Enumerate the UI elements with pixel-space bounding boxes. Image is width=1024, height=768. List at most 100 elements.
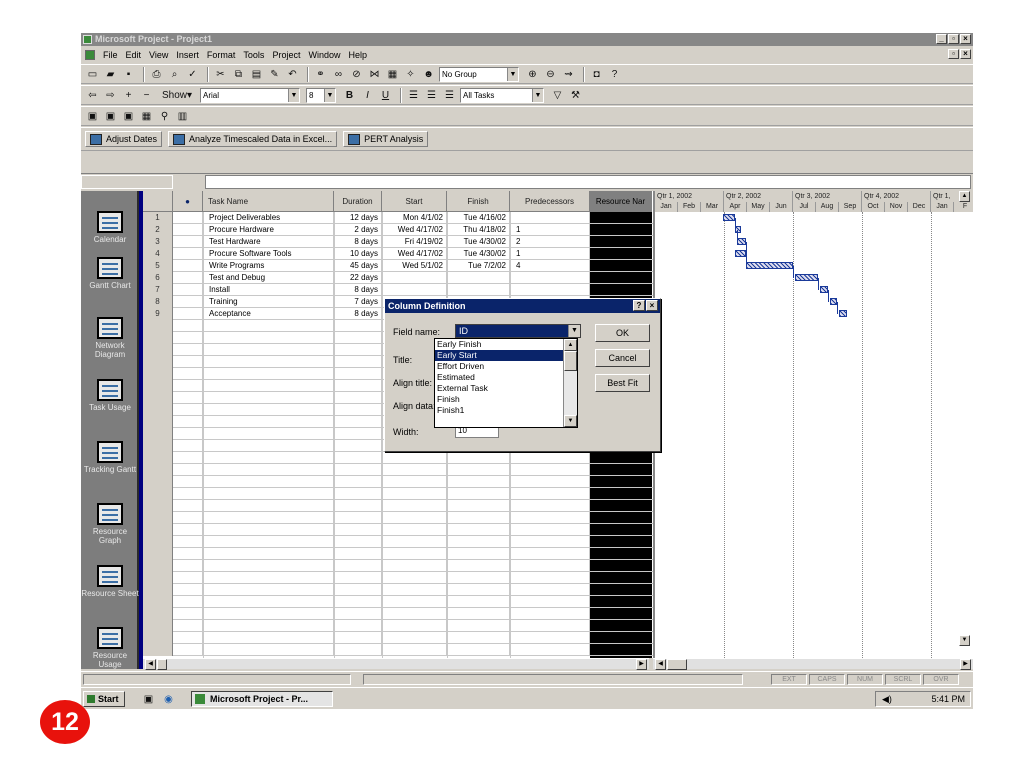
row-number[interactable] bbox=[143, 644, 173, 656]
cell-pred[interactable] bbox=[510, 284, 590, 296]
cell-start[interactable] bbox=[382, 632, 447, 644]
table-row[interactable]: 6 Test and Debug 22 days bbox=[143, 272, 729, 284]
view-network-diagram[interactable]: Network Diagram bbox=[81, 317, 139, 359]
view-resource-graph[interactable]: Resource Graph bbox=[81, 503, 139, 545]
view-gantt-chart[interactable]: Gantt Chart bbox=[81, 257, 139, 290]
cell-start[interactable]: Wed 4/17/02 bbox=[382, 248, 447, 260]
list-scrollbar[interactable]: ▲ ▼ bbox=[563, 339, 577, 427]
pert-analysis-button[interactable]: PERT Analysis bbox=[343, 131, 429, 147]
cell-name[interactable]: Training bbox=[203, 296, 334, 308]
font-combo[interactable]: Arial ▼ bbox=[200, 87, 300, 103]
taskbar-item-project[interactable]: Microsoft Project - Pr... bbox=[191, 691, 333, 707]
row-number[interactable] bbox=[143, 548, 173, 560]
indicator-cell[interactable] bbox=[173, 428, 203, 440]
gantt-bar[interactable] bbox=[819, 286, 829, 293]
help-icon[interactable]: ? bbox=[607, 67, 622, 82]
copy-icon[interactable]: ⧉ bbox=[231, 67, 246, 82]
row-number[interactable] bbox=[143, 380, 173, 392]
indicator-cell[interactable] bbox=[173, 296, 203, 308]
row-number[interactable]: 9 bbox=[143, 308, 173, 320]
indicator-cell[interactable] bbox=[173, 632, 203, 644]
cell-duration[interactable] bbox=[334, 644, 382, 656]
indicator-cell[interactable] bbox=[173, 644, 203, 656]
cell-name[interactable] bbox=[203, 476, 334, 488]
cell-finish[interactable] bbox=[447, 452, 510, 464]
chevron-down-icon[interactable]: ▼ bbox=[532, 88, 543, 102]
cell-finish[interactable] bbox=[447, 572, 510, 584]
menu-edit[interactable]: Edit bbox=[122, 50, 146, 60]
cell-duration[interactable] bbox=[334, 380, 382, 392]
column-header-duration[interactable]: Duration bbox=[334, 191, 382, 212]
select-all-corner[interactable] bbox=[143, 191, 173, 212]
table-row[interactable] bbox=[143, 548, 729, 560]
cell-duration[interactable] bbox=[334, 560, 382, 572]
cell-name[interactable] bbox=[203, 560, 334, 572]
gantt-bar[interactable] bbox=[723, 214, 736, 221]
format-painter-icon[interactable]: ✎ bbox=[267, 67, 282, 82]
indicator-cell[interactable] bbox=[173, 308, 203, 320]
cell-start[interactable] bbox=[382, 500, 447, 512]
cell-finish[interactable] bbox=[447, 596, 510, 608]
scroll-up-icon[interactable]: ▲ bbox=[959, 191, 970, 202]
cell-pred[interactable] bbox=[510, 464, 590, 476]
scroll-up-icon[interactable]: ▲ bbox=[564, 339, 577, 351]
cell-finish[interactable]: Tue 4/16/02 bbox=[447, 212, 510, 224]
indicator-cell[interactable] bbox=[173, 584, 203, 596]
cell-finish[interactable]: Thu 4/18/02 bbox=[447, 224, 510, 236]
cell-name[interactable] bbox=[203, 608, 334, 620]
row-number[interactable] bbox=[143, 368, 173, 380]
adjust-dates-button[interactable]: Adjust Dates bbox=[85, 131, 163, 147]
cell-start[interactable]: Fri 4/19/02 bbox=[382, 236, 447, 248]
cell-name[interactable] bbox=[203, 416, 334, 428]
cell-name[interactable] bbox=[203, 440, 334, 452]
menu-format[interactable]: Format bbox=[203, 50, 240, 60]
cell-start[interactable] bbox=[382, 272, 447, 284]
view-resource-sheet[interactable]: Resource Sheet bbox=[81, 565, 139, 598]
cell-start[interactable] bbox=[382, 548, 447, 560]
task-information-icon[interactable]: ▦ bbox=[385, 67, 400, 82]
cell-start[interactable] bbox=[382, 620, 447, 632]
menu-tools[interactable]: Tools bbox=[239, 50, 268, 60]
cell-name[interactable] bbox=[203, 332, 334, 344]
dropdown-option[interactable]: Estimated bbox=[435, 372, 563, 383]
row-number[interactable] bbox=[143, 392, 173, 404]
table-row[interactable] bbox=[143, 632, 729, 644]
table-row[interactable] bbox=[143, 464, 729, 476]
table-row[interactable] bbox=[143, 488, 729, 500]
cell-name[interactable] bbox=[203, 428, 334, 440]
cell-finish[interactable] bbox=[447, 584, 510, 596]
gantt-bar[interactable] bbox=[736, 238, 746, 245]
group-combo[interactable]: No Group ▼ bbox=[439, 66, 519, 82]
cell-pred[interactable]: 1 bbox=[510, 224, 590, 236]
go-to-task-icon[interactable]: ⇝ bbox=[561, 67, 576, 82]
cell-finish[interactable]: Tue 4/30/02 bbox=[447, 236, 510, 248]
table-row[interactable] bbox=[143, 596, 729, 608]
italic-icon[interactable]: I bbox=[360, 88, 375, 103]
cell-duration[interactable]: 45 days bbox=[334, 260, 382, 272]
cell-start[interactable] bbox=[382, 452, 447, 464]
doc-restore-button[interactable]: ▫ bbox=[948, 49, 959, 59]
scroll-down-icon[interactable]: ▼ bbox=[959, 635, 970, 646]
column-header-finish[interactable]: Finish bbox=[447, 191, 510, 212]
cell-pred[interactable] bbox=[510, 488, 590, 500]
chevron-down-icon[interactable]: ▼ bbox=[288, 88, 299, 102]
indicator-cell[interactable] bbox=[173, 560, 203, 572]
row-number[interactable] bbox=[143, 428, 173, 440]
cell-duration[interactable]: 2 days bbox=[334, 224, 382, 236]
cell-duration[interactable] bbox=[334, 368, 382, 380]
cell-duration[interactable] bbox=[334, 632, 382, 644]
gantt-bar[interactable] bbox=[794, 274, 819, 281]
view-calendar[interactable]: Calendar bbox=[81, 211, 139, 244]
cell-finish[interactable] bbox=[447, 548, 510, 560]
row-number[interactable] bbox=[143, 404, 173, 416]
cell-name[interactable] bbox=[203, 524, 334, 536]
indicator-cell[interactable] bbox=[173, 608, 203, 620]
table-row[interactable]: 7 Install 8 days bbox=[143, 284, 729, 296]
cell-name[interactable] bbox=[203, 548, 334, 560]
menu-window[interactable]: Window bbox=[304, 50, 344, 60]
column-header-task-name[interactable]: Task Name bbox=[203, 191, 334, 212]
indicator-cell[interactable] bbox=[173, 440, 203, 452]
cell-duration[interactable] bbox=[334, 596, 382, 608]
cell-duration[interactable] bbox=[334, 524, 382, 536]
start-button[interactable]: Start bbox=[83, 691, 125, 707]
